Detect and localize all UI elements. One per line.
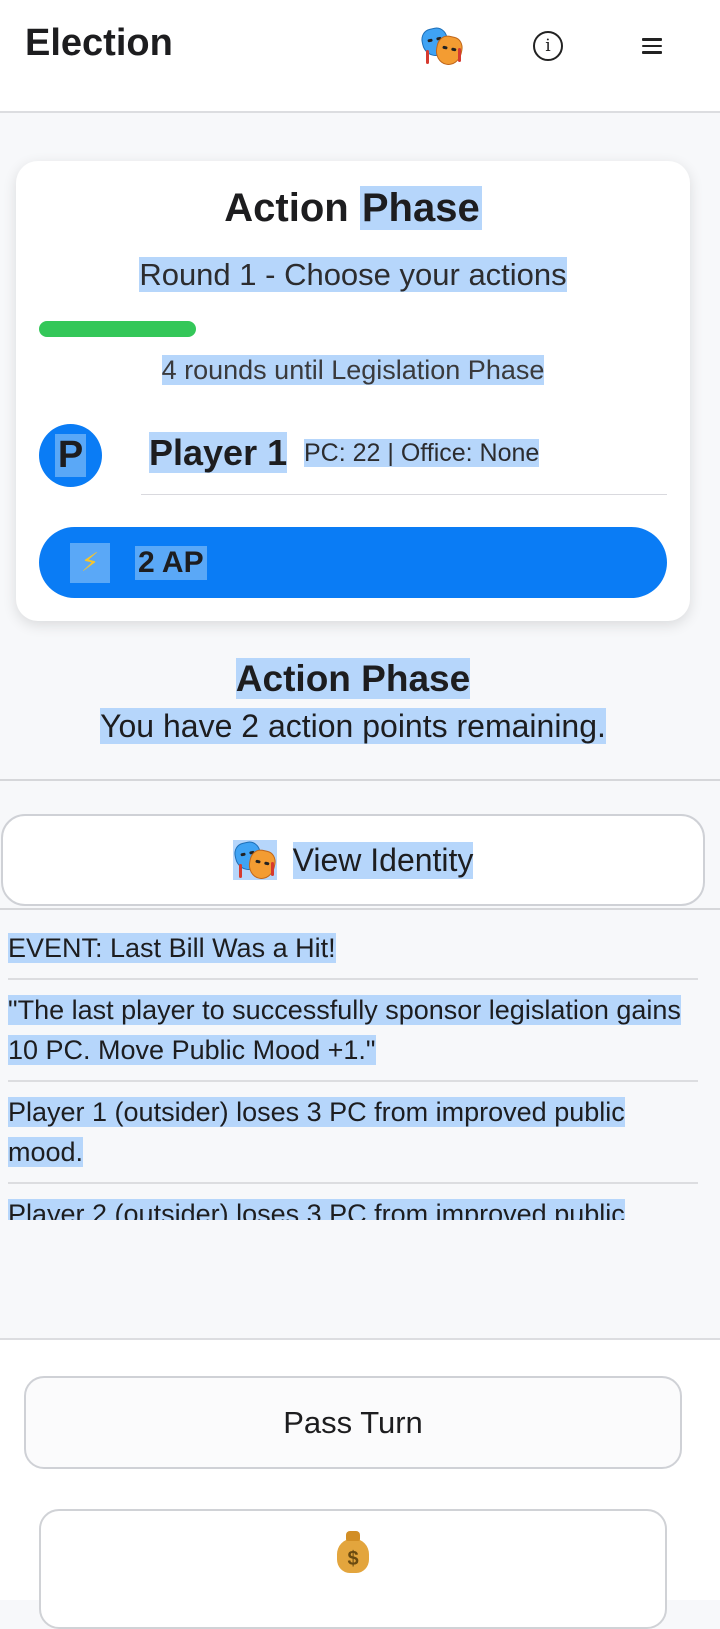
app-title: Election <box>25 22 173 64</box>
theater-masks-icon <box>419 25 465 68</box>
player-avatar: P <box>39 424 102 487</box>
phase-title: Action Phase <box>224 186 482 230</box>
log-entry: "The last player to successfully sponsor… <box>8 980 698 1082</box>
theater-masks-icon <box>231 839 278 882</box>
player-name: Player 1 <box>149 432 288 473</box>
action-phase-heading: Action Phase <box>235 658 471 699</box>
info-icon: i <box>533 31 563 61</box>
menu-button[interactable] <box>632 22 672 70</box>
action-points-badge: ⚡ 2 AP <box>39 527 667 598</box>
log-entry: Player 1 (outsider) loses 3 PC from impr… <box>8 1082 698 1184</box>
identity-header-button[interactable] <box>418 22 466 70</box>
player-stats: PC: 22 | Office: None <box>304 439 540 467</box>
action-points-label: 2 AP <box>135 545 207 580</box>
money-bag-icon: $ <box>337 1531 369 1573</box>
action-points-remaining-text: You have 2 action points remaining. <box>100 708 606 744</box>
view-identity-button[interactable]: View Identity <box>1 814 705 906</box>
log-entry: Player 2 (outsider) loses 3 PC from impr… <box>8 1184 698 1220</box>
round-subtitle: Round 1 - Choose your actions <box>139 257 567 292</box>
hamburger-menu-icon <box>642 34 662 58</box>
log-entry: EVENT: Last Bill Was a Hit! <box>8 918 698 980</box>
divider <box>0 779 720 781</box>
pass-turn-button[interactable]: Pass Turn <box>24 1376 682 1469</box>
view-identity-label: View Identity <box>292 841 474 879</box>
rounds-until-text: 4 rounds until Legislation Phase <box>161 355 545 385</box>
divider <box>141 494 667 495</box>
round-progress-bar <box>39 321 667 337</box>
lightning-icon: ⚡ <box>70 542 110 583</box>
progress-fill <box>39 321 196 337</box>
fundraise-action-card[interactable]: $ <box>39 1509 667 1629</box>
info-button[interactable]: i <box>528 22 568 70</box>
event-log[interactable]: EVENT: Last Bill Was a Hit! "The last pl… <box>8 918 698 1220</box>
app-header: Election i <box>0 0 720 113</box>
divider <box>0 908 720 910</box>
